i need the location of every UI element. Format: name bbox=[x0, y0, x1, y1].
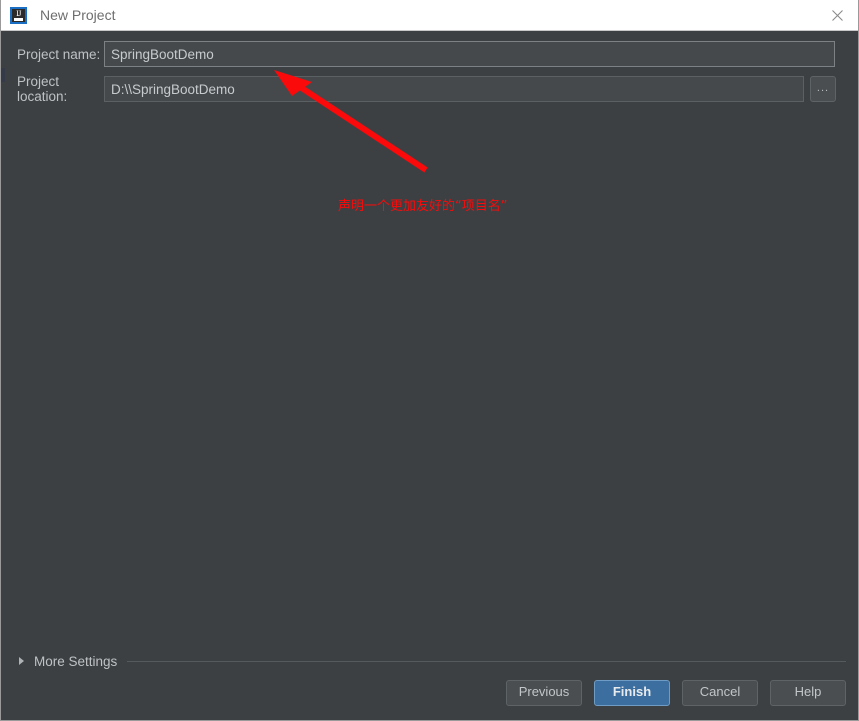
app-icon-letters: IJ bbox=[16, 8, 21, 18]
app-icon-bar bbox=[14, 17, 23, 21]
annotation-text: 声明一个更加友好的“项目名” bbox=[338, 199, 508, 214]
cancel-button[interactable]: Cancel bbox=[682, 680, 758, 706]
browse-location-button[interactable]: ... bbox=[810, 76, 836, 102]
project-location-row: Project location: ... bbox=[1, 74, 858, 104]
new-project-dialog: IJ New Project Project name: Project loc… bbox=[0, 0, 859, 721]
more-settings-label: More Settings bbox=[34, 653, 118, 669]
finish-button[interactable]: Finish bbox=[594, 680, 670, 706]
dialog-footer: Previous Finish Cancel Help bbox=[1, 678, 858, 708]
project-name-row: Project name: bbox=[1, 40, 858, 68]
close-button[interactable] bbox=[814, 0, 858, 30]
project-name-input[interactable] bbox=[104, 41, 835, 67]
chevron-right-icon bbox=[19, 657, 24, 665]
intellij-idea-icon: IJ bbox=[10, 6, 27, 24]
title-bar: IJ New Project bbox=[1, 0, 858, 31]
help-button[interactable]: Help bbox=[770, 680, 846, 706]
more-settings-section[interactable]: More Settings bbox=[1, 651, 858, 671]
window-title: New Project bbox=[40, 6, 116, 23]
more-settings-divider bbox=[127, 660, 846, 662]
close-icon bbox=[831, 9, 843, 21]
project-name-label: Project name: bbox=[17, 46, 101, 62]
project-location-label: Project location: bbox=[17, 74, 68, 104]
previous-button[interactable]: Previous bbox=[506, 680, 582, 706]
project-location-input[interactable] bbox=[104, 76, 804, 102]
